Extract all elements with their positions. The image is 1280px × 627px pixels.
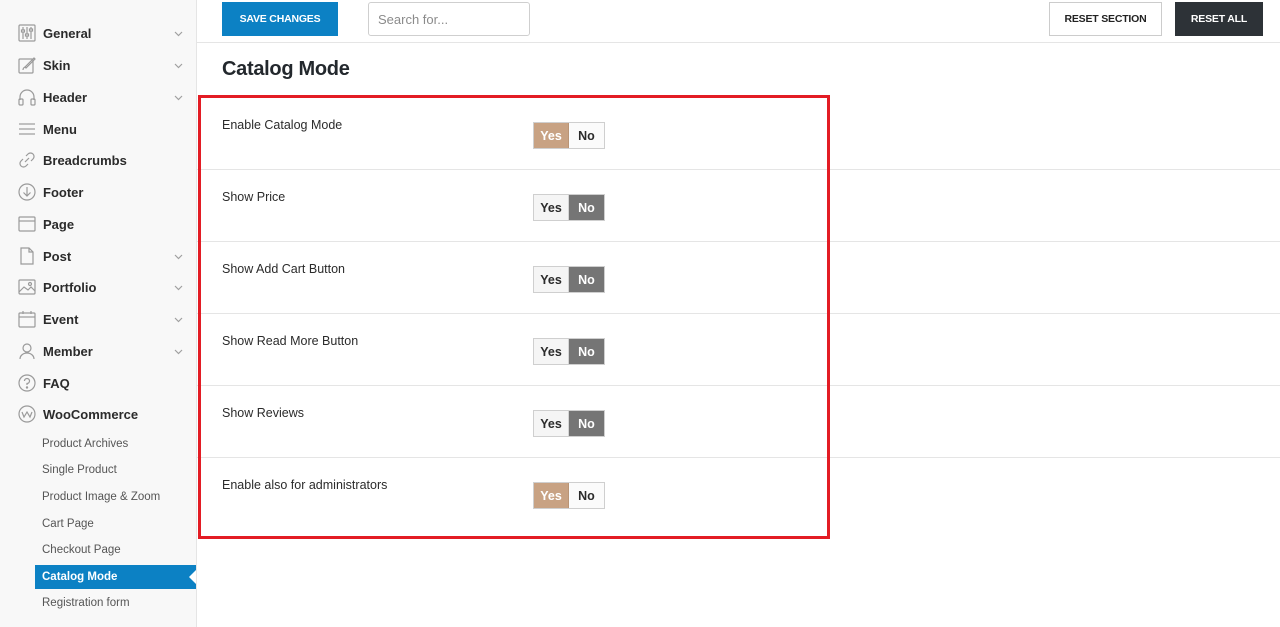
chevron-down-icon [173,282,184,293]
link-icon [17,150,37,170]
toggle-yes[interactable]: Yes [534,411,569,436]
sidebar-subitem-single-product[interactable]: Single Product [35,458,196,482]
sliders-icon [17,23,37,43]
sidebar-subitem-label: Product Image & Zoom [42,491,161,503]
sidebar-item-label: Event [43,311,79,327]
search-input[interactable] [368,2,530,36]
option-label: Enable Catalog Mode [222,118,343,132]
sidebar-item-label: WooCommerce [43,406,139,422]
sidebar-item-general[interactable]: General [0,17,196,49]
sidebar-item-woocommerce[interactable]: WooCommerce [0,398,196,430]
option-row-enable-for-administrators: Enable also for administrators Yes No [197,458,1280,530]
toolbar: SAVE CHANGES RESET SECTION RESET ALL [197,0,1280,43]
toggle-yes[interactable]: Yes [534,267,569,292]
sidebar-item-label: FAQ [43,375,70,391]
sidebar-item-event[interactable]: Event [0,303,196,335]
sidebar: General Skin Header Menu Breadcrumbs Foo… [0,0,197,627]
toggle-yes[interactable]: Yes [534,339,569,364]
woocommerce-icon [17,404,37,424]
option-label: Show Add Cart Button [222,262,345,276]
sidebar-subitem-label: Product Archives [42,438,129,450]
option-label: Show Reviews [222,406,304,420]
toggle-yes[interactable]: Yes [534,123,569,148]
calendar-icon [17,309,37,329]
sidebar-subitem-label: Registration form [42,597,130,609]
sidebar-item-menu[interactable]: Menu [0,113,196,145]
sidebar-subitem-registration-form[interactable]: Registration form [35,591,196,615]
user-icon [17,341,37,361]
sidebar-item-member[interactable]: Member [0,335,196,367]
toggle-yes[interactable]: Yes [534,483,569,508]
toggle-no[interactable]: No [569,483,604,508]
sidebar-item-label: Post [43,248,72,264]
sidebar-item-portfolio[interactable]: Portfolio [0,271,196,303]
yes-no-toggle[interactable]: Yes No [533,194,605,221]
sidebar-subitem-label: Catalog Mode [42,571,118,583]
option-row-show-reviews: Show Reviews Yes No [197,386,1280,458]
sidebar-subitem-label: Checkout Page [42,544,121,556]
sidebar-subitem-catalog-mode[interactable]: Catalog Mode [35,565,196,589]
sidebar-item-header[interactable]: Header [0,81,196,113]
sidebar-item-label: Page [43,216,75,232]
chevron-down-icon [173,92,184,103]
yes-no-toggle[interactable]: Yes No [533,482,605,509]
chevron-down-icon [173,251,184,262]
sidebar-item-faq[interactable]: FAQ [0,367,196,399]
sidebar-subitem-product-archives[interactable]: Product Archives [35,432,196,456]
yes-no-toggle[interactable]: Yes No [533,338,605,365]
paint-brush-icon [17,55,37,75]
image-icon [17,277,37,297]
toggle-no[interactable]: No [569,267,604,292]
sidebar-item-label: Portfolio [43,279,97,295]
option-row-show-read-more-button: Show Read More Button Yes No [197,314,1280,386]
option-row-show-price: Show Price Yes No [197,170,1280,242]
chevron-down-icon [173,60,184,71]
toggle-no[interactable]: No [569,339,604,364]
sidebar-item-label: Skin [43,57,71,73]
option-label: Show Read More Button [222,334,359,348]
sidebar-item-label: General [43,25,92,41]
sidebar-item-footer[interactable]: Footer [0,176,196,208]
sidebar-item-post[interactable]: Post [0,240,196,272]
sidebar-subitem-label: Cart Page [42,518,94,530]
sidebar-subitem-label: Single Product [42,464,117,476]
sidebar-item-page[interactable]: Page [0,208,196,240]
arrow-down-circle-icon [17,182,37,202]
toggle-no[interactable]: No [569,123,604,148]
yes-no-toggle[interactable]: Yes No [533,122,605,149]
sidebar-item-label: Breadcrumbs [43,152,127,168]
page-title: Catalog Mode [222,58,350,80]
chevron-down-icon [173,28,184,39]
option-row-show-add-cart-button: Show Add Cart Button Yes No [197,242,1280,314]
yes-no-toggle[interactable]: Yes No [533,266,605,293]
chevron-down-icon [173,314,184,325]
save-changes-button[interactable]: SAVE CHANGES [222,2,338,36]
sidebar-item-label: Footer [43,184,84,200]
toggle-no[interactable]: No [569,195,604,220]
sidebar-item-label: Menu [43,121,77,137]
sidebar-subitem-checkout-page[interactable]: Checkout Page [35,538,196,562]
headphones-icon [17,87,37,107]
toggle-no[interactable]: No [569,411,604,436]
reset-section-button[interactable]: RESET SECTION [1049,2,1162,36]
option-label: Show Price [222,190,286,204]
sidebar-subitem-product-image-zoom[interactable]: Product Image & Zoom [35,485,196,509]
browser-window-icon [17,214,37,234]
chevron-down-icon [173,346,184,357]
document-icon [17,246,37,266]
menu-lines-icon [17,119,37,139]
yes-no-toggle[interactable]: Yes No [533,410,605,437]
option-row-enable-catalog-mode: Enable Catalog Mode Yes No [197,98,1280,170]
sidebar-item-label: Header [43,89,88,105]
reset-all-button[interactable]: RESET ALL [1175,2,1263,36]
option-label: Enable also for administrators [222,478,388,492]
sidebar-item-label: Member [43,343,93,359]
question-circle-icon [17,373,37,393]
sidebar-item-skin[interactable]: Skin [0,49,196,81]
sidebar-subitem-cart-page[interactable]: Cart Page [35,512,196,536]
toggle-yes[interactable]: Yes [534,195,569,220]
sidebar-item-breadcrumbs[interactable]: Breadcrumbs [0,144,196,176]
